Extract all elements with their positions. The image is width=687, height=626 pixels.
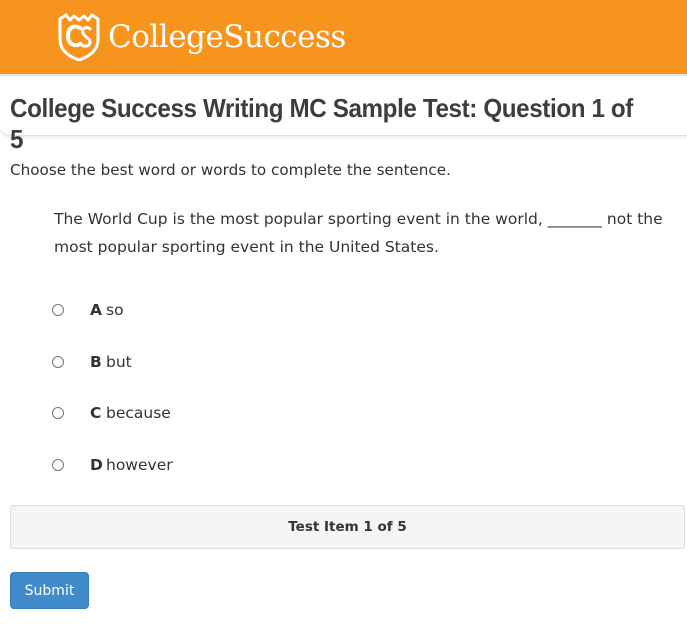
option-text: because [106,404,171,422]
answer-option-a[interactable]: A so [52,298,124,322]
radio-c[interactable] [52,407,64,419]
logo-text: CollegeSuccess [108,19,346,55]
radio-a[interactable] [52,304,64,316]
option-letter: B [90,353,102,371]
submit-button[interactable]: Submit [10,572,89,609]
option-letter: C [90,404,102,422]
option-letter: A [90,301,102,319]
option-text: so [106,301,124,319]
logo[interactable]: CollegeSuccess [56,13,346,61]
test-item-status: Test Item 1 of 5 [10,505,685,549]
answer-option-c[interactable]: C because [52,401,171,425]
radio-b[interactable] [52,356,64,368]
option-text: however [106,456,173,474]
site-header: CollegeSuccess [0,0,687,76]
question-stem: The World Cup is the most popular sporti… [54,210,663,256]
cs-shield-icon [58,13,100,61]
option-text: but [106,353,132,371]
instruction-text: Choose the best word or words to complet… [10,161,451,179]
answer-option-b[interactable]: B but [52,350,132,374]
page-title: College Success Writing MC Sample Test: … [10,93,633,154]
radio-d[interactable] [52,459,64,471]
answer-option-d[interactable]: D however [52,453,173,477]
option-letter: D [90,456,103,474]
title-bar: College Success Writing MC Sample Test: … [0,77,687,154]
status-text: Test Item 1 of 5 [288,519,407,535]
